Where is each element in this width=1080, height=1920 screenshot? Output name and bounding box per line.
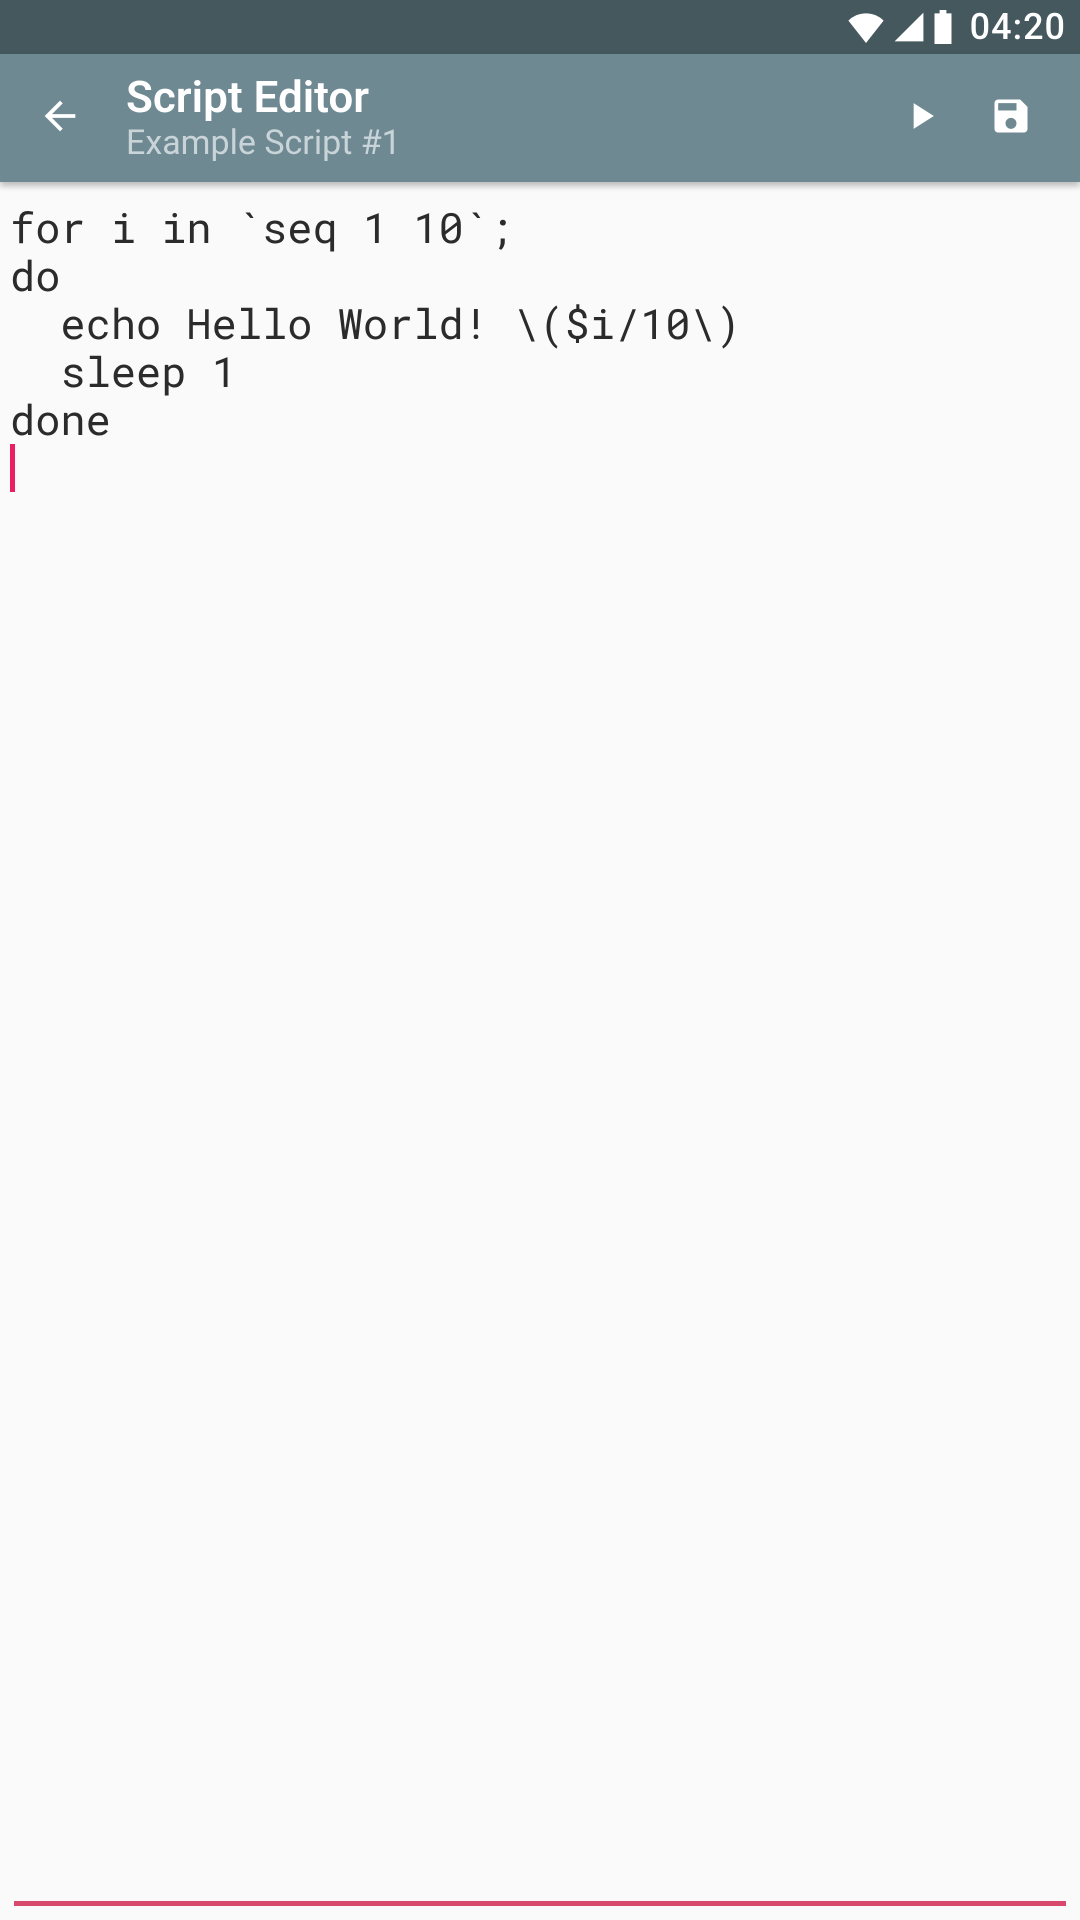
app-bar: Script Editor Example Script #1: [0, 54, 1080, 182]
status-clock: 04:20: [970, 6, 1066, 48]
wifi-icon: [846, 11, 886, 43]
play-icon: [899, 94, 943, 142]
app-bar-titles: Script Editor Example Script #1: [126, 73, 876, 163]
arrow-back-icon: [37, 93, 83, 143]
status-icons: 04:20: [846, 6, 1066, 48]
save-icon: [989, 94, 1033, 142]
cell-signal-icon: [892, 11, 926, 43]
page-subtitle: Example Script #1: [126, 123, 876, 163]
editor-underline: [14, 1901, 1066, 1906]
back-button[interactable]: [24, 82, 96, 154]
run-button[interactable]: [876, 73, 966, 163]
status-bar: 04:20: [0, 0, 1080, 54]
editor-container: [0, 182, 1080, 1920]
script-editor-input[interactable]: [10, 204, 1070, 1920]
page-title: Script Editor: [126, 73, 876, 121]
save-button[interactable]: [966, 73, 1056, 163]
battery-icon: [932, 10, 954, 44]
